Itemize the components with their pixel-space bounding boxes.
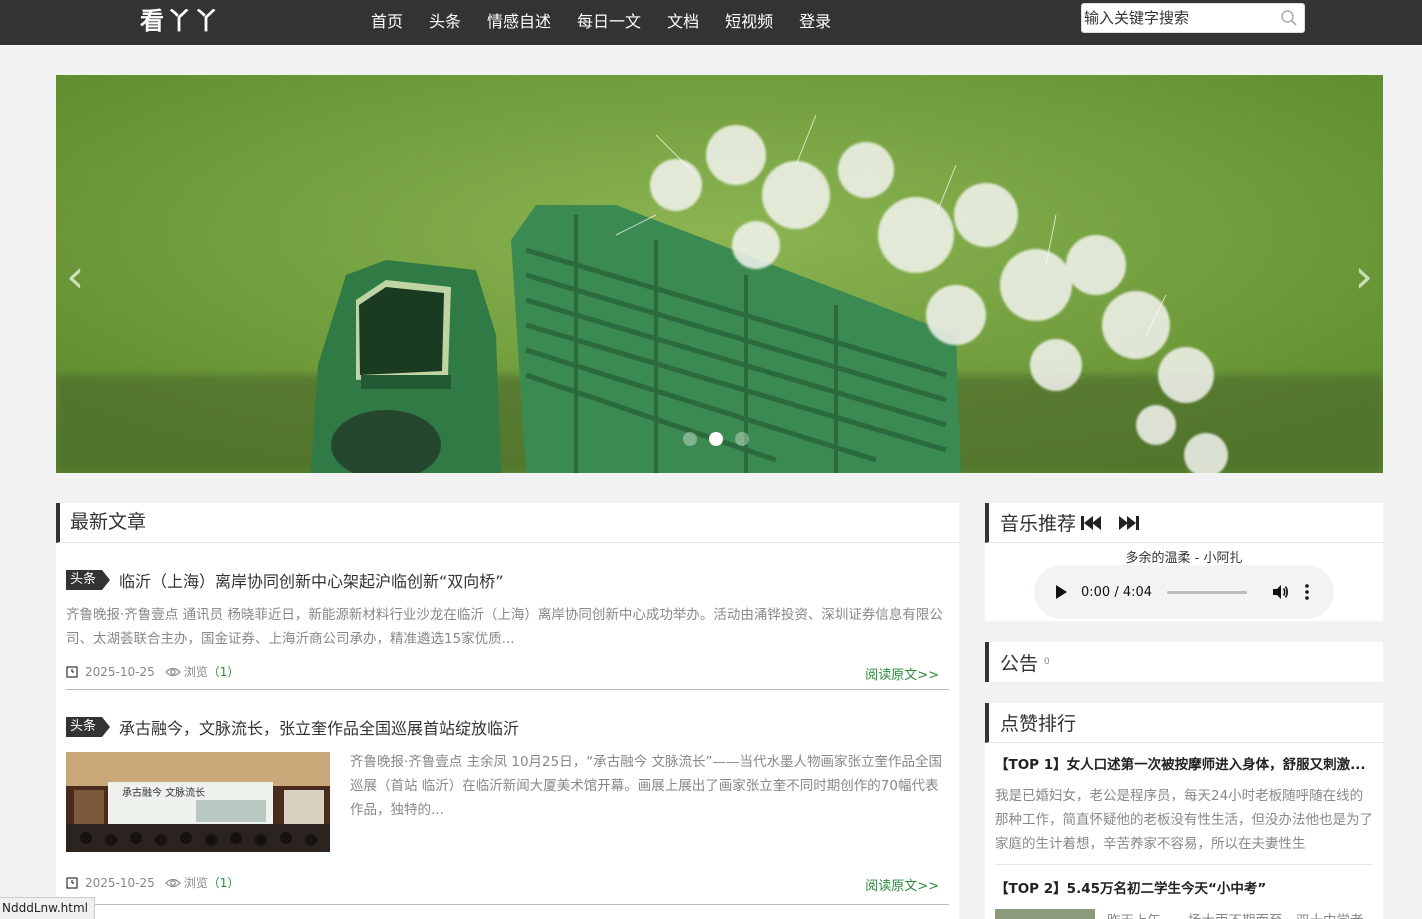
nav-item-daily-article[interactable]: 每日一文 [564, 0, 654, 45]
clock-icon [66, 876, 78, 889]
article-date: 2025-10-25 [85, 664, 155, 679]
nav-item-emotion[interactable]: 情感自述 [474, 0, 564, 45]
music-title: 音乐推荐 [1000, 513, 1077, 535]
ranking-item-title[interactable]: 【TOP 2】5.45万名初二学生今天“小中考” [995, 865, 1373, 897]
top-navbar: 看丫丫 首页 头条 情感自述 每日一文 文档 短视频 登录 [0, 0, 1422, 45]
article-summary: 齐鲁晚报·齐鲁壹点 通讯员 杨晓菲近日，新能源新材料行业沙龙在临沂（上海）离岸协… [66, 607, 943, 647]
search-icon[interactable] [1280, 9, 1298, 27]
audio-player: 0:00 / 4:04 [1034, 565, 1334, 619]
section-title: 最新文章 [70, 511, 147, 533]
article-thumbnail[interactable]: 承古融今 文脉流长 [66, 752, 330, 852]
song-name: 多余的温柔 - 小阿扎 [1125, 551, 1243, 566]
nav-item-documents[interactable]: 文档 [654, 0, 712, 45]
slider-dot[interactable] [683, 432, 697, 446]
ranking-header: 点赞排行 [985, 703, 1383, 743]
nav-item-short-video[interactable]: 短视频 [712, 0, 786, 45]
play-icon[interactable] [1056, 585, 1067, 599]
slider-dot[interactable] [735, 432, 749, 446]
eye-icon [164, 667, 181, 676]
views-label: 浏览 [183, 665, 208, 679]
article-title[interactable]: 临沂（上海）离岸协同创新中心架起沪临创新“双向桥” [119, 568, 504, 592]
views-count: （1） [207, 876, 240, 890]
more-options-icon[interactable] [1305, 584, 1309, 600]
views-count: （1） [207, 665, 240, 679]
ranking-item-summary: 昨天上午，一场大雨不期而至，双十中学老 [1107, 909, 1364, 919]
browser-status-bar: NdddLnw.html [0, 897, 95, 919]
article-summary: 齐鲁晚报·齐鲁壹点 主余凤 10月25日，“承古融今 文脉流长”——当代水墨人物… [350, 754, 943, 818]
read-more-link[interactable]: 阅读原文>> [865, 875, 939, 894]
headline-tag: 头条 [66, 717, 111, 737]
audio-progress-bar[interactable] [1167, 590, 1247, 594]
eye-icon [164, 878, 181, 887]
nav-item-headlines[interactable]: 头条 [416, 0, 474, 45]
main-nav: 首页 头条 情感自述 每日一文 文档 短视频 登录 [358, 0, 844, 45]
ranking-title: 点赞排行 [1000, 713, 1077, 735]
notice-badge: 0 [1044, 657, 1050, 667]
section-header: 最新文章 [56, 503, 959, 543]
nav-item-home[interactable]: 首页 [358, 0, 416, 45]
search-box [1081, 3, 1305, 33]
article-meta: 2025-10-25 浏览 （1） 阅读原文>> [66, 651, 949, 689]
article-date: 2025-10-25 [85, 875, 155, 890]
notice-header: 公告 0 [985, 642, 1383, 682]
nav-item-login[interactable]: 登录 [786, 0, 844, 45]
slider-dots [683, 432, 749, 446]
site-logo[interactable]: 看丫丫 [140, 2, 221, 42]
article-item: 头条 承古融今，文脉流长，张立奎作品全国巡展首站绽放临沂 承古融今 文脉流长 齐… [66, 690, 949, 905]
notice-title: 公告 [1000, 652, 1039, 675]
audio-time: 0:00 / 4:04 [1081, 584, 1153, 600]
previous-track-icon[interactable] [1080, 515, 1102, 531]
views-label: 浏览 [183, 876, 208, 890]
read-more-link[interactable]: 阅读原文>> [865, 664, 939, 683]
slider-prev-arrow[interactable]: ‹ [66, 253, 84, 299]
music-card: 音乐推荐 多余的温柔 - 小阿扎 0:00 / 4:04 [985, 503, 1383, 621]
ranking-item-thumbnail[interactable] [995, 909, 1095, 919]
latest-articles-panel: 最新文章 头条 临沂（上海）离岸协同创新中心架起沪临创新“双向桥” 齐鲁晚报·齐… [56, 503, 959, 919]
slider-dot-active[interactable] [709, 432, 723, 446]
article-item: 头条 临沂（上海）离岸协同创新中心架起沪临创新“双向桥” 齐鲁晚报·齐鲁壹点 通… [66, 543, 949, 690]
volume-icon[interactable] [1271, 583, 1289, 601]
ranking-item: 【TOP 2】5.45万名初二学生今天“小中考” 昨天上午，一场大雨不期而至，双… [995, 865, 1373, 919]
thumbnail-caption: 承古融今 文脉流长 [122, 786, 205, 799]
clock-icon [66, 665, 78, 678]
next-track-icon[interactable] [1118, 515, 1140, 531]
search-input[interactable] [1082, 4, 1274, 32]
article-meta: 2025-10-25 浏览 （1） 阅读原文>> [66, 866, 949, 904]
ranking-item-summary: 我是已婚妇女，老公是程序员，每天24小时老板随呼随在线的那种工作，简直怀疑他的老… [995, 788, 1373, 852]
ranking-item: 【TOP 1】女人口述第一次被按摩师进入身体，舒服又刺激... 我是已婚妇女，老… [995, 743, 1373, 865]
notice-card: 公告 0 [985, 642, 1383, 682]
ranking-item-title[interactable]: 【TOP 1】女人口述第一次被按摩师进入身体，舒服又刺激... [995, 743, 1373, 773]
article-title[interactable]: 承古融今，文脉流长，张立奎作品全国巡展首站绽放临沂 [119, 715, 519, 739]
music-header: 音乐推荐 [985, 503, 1383, 543]
headline-tag: 头条 [66, 570, 111, 590]
slider-next-arrow[interactable]: › [1355, 253, 1373, 299]
likes-ranking-card: 点赞排行 【TOP 1】女人口述第一次被按摩师进入身体，舒服又刺激... 我是已… [985, 703, 1383, 919]
banner-slider[interactable]: ‹ › [56, 75, 1383, 473]
banner-image [56, 75, 1383, 473]
